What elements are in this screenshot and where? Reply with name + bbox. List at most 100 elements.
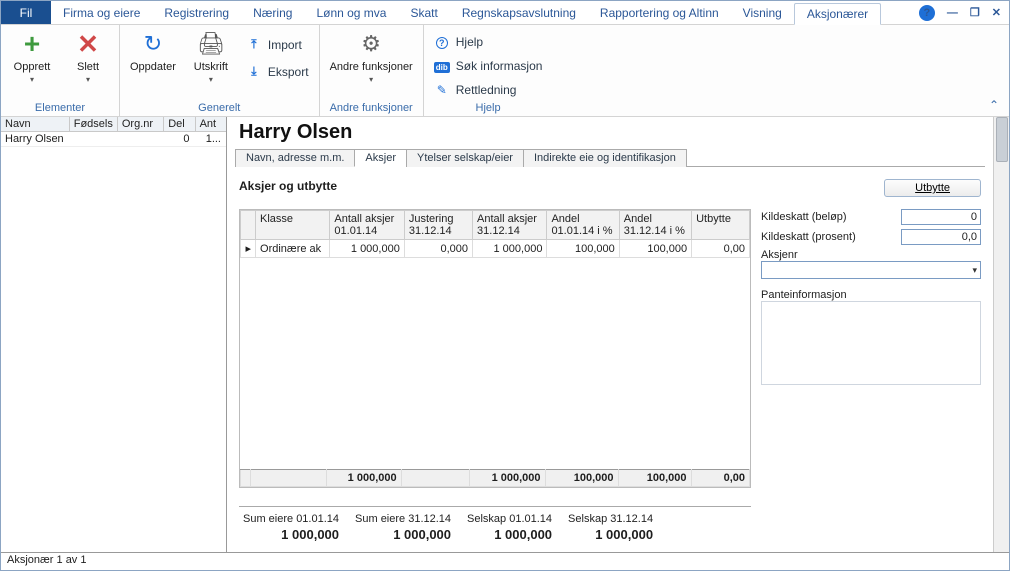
tab-ytelser[interactable]: Ytelser selskap/eier <box>406 149 524 167</box>
menu-skatt[interactable]: Skatt <box>398 1 449 24</box>
utskrift-button[interactable]: 🖨 Utskrift ▾ <box>190 29 232 84</box>
import-icon: ⤒ <box>246 37 262 52</box>
menu-rapportering-og-altinn[interactable]: Rapportering og Altinn <box>588 1 731 24</box>
panteinformasjon-label: Panteinformasjon <box>761 289 847 301</box>
chevron-down-icon: ▾ <box>209 75 213 84</box>
col-ant[interactable]: Ant <box>196 117 226 131</box>
opprett-button[interactable]: + Opprett ▾ <box>11 29 53 84</box>
aksjenr-select[interactable] <box>761 261 981 279</box>
kildeskatt-prosent-label: Kildeskatt (prosent) <box>761 231 895 243</box>
panteinformasjon-textarea[interactable] <box>761 301 981 385</box>
chevron-down-icon: ▾ <box>30 75 34 84</box>
col-navn[interactable]: Navn <box>1 117 70 131</box>
sok-informasjon-button[interactable]: dib Søk informasjon <box>434 57 543 75</box>
andre-funksjoner-label: Andre funksjoner <box>330 61 413 73</box>
cell-klasse: Ordinære ak <box>256 240 330 258</box>
menu-naering[interactable]: Næring <box>241 1 304 24</box>
aksjenr-label: Aksjenr <box>761 249 798 261</box>
close-button[interactable]: ✕ <box>992 6 1001 19</box>
plus-icon: + <box>24 28 40 60</box>
th-antall-start[interactable]: Antall aksjer 01.01.14 <box>330 211 404 240</box>
detail-tabs: Navn, adresse m.m. Aksjer Ytelser selska… <box>235 148 985 167</box>
th-klasse[interactable]: Klasse <box>256 211 330 240</box>
window-controls: ? — ❐ ✕ <box>919 1 1009 24</box>
menu-registrering[interactable]: Registrering <box>152 1 241 24</box>
file-tab[interactable]: Fil <box>1 1 51 24</box>
col-orgnr[interactable]: Org.nr <box>118 117 164 131</box>
table-footer: 1 000,000 1 000,000 100,000 100,000 0,00 <box>241 470 750 487</box>
print-icon: 🖨 <box>197 31 225 57</box>
status-bar: Aksjonær 1 av 1 <box>1 552 1009 570</box>
oppdater-button[interactable]: ↻ Oppdater <box>130 29 176 73</box>
sum-eiere-slutt: Sum eiere 31.12.14 1 000,000 <box>355 513 451 542</box>
restore-button[interactable]: ❐ <box>970 6 980 19</box>
foot-andel-start: 100,000 <box>545 470 618 487</box>
th-utbytte[interactable]: Utbytte <box>692 211 750 240</box>
cell-fodsels <box>70 132 117 146</box>
sum-eiere-start: Sum eiere 01.01.14 1 000,000 <box>243 513 339 542</box>
scrollbar-thumb[interactable] <box>996 117 1008 162</box>
slett-button[interactable]: ✕ Slett ▾ <box>67 29 109 84</box>
shareholder-row[interactable]: Harry Olsen 0 1... <box>1 132 226 147</box>
foot-utbytte: 0,00 <box>691 470 749 487</box>
chevron-down-icon: ▾ <box>369 75 373 84</box>
menu-lonn-og-mva[interactable]: Lønn og mva <box>304 1 398 24</box>
rettledning-button[interactable]: ✎ Rettledning <box>434 81 543 99</box>
col-del[interactable]: Del <box>164 117 195 131</box>
collapse-ribbon-icon[interactable]: ⌃ <box>989 98 999 112</box>
cell-utbytte: 0,00 <box>692 240 750 258</box>
chevron-down-icon: ▾ <box>86 75 90 84</box>
kildeskatt-prosent-input[interactable]: 0,0 <box>901 229 981 245</box>
menu-visning[interactable]: Visning <box>731 1 794 24</box>
oppdater-label: Oppdater <box>130 61 176 73</box>
summary-row: Sum eiere 01.01.14 1 000,000 Sum eiere 3… <box>239 506 751 548</box>
import-button[interactable]: ⤒ Import <box>246 35 309 54</box>
gear-icon: ⚙ <box>361 31 381 57</box>
rettledning-label: Rettledning <box>456 83 517 97</box>
utbytte-button[interactable]: Utbytte <box>884 179 981 197</box>
foot-antall-start: 1 000,000 <box>326 470 401 487</box>
export-icon: ⤓ <box>246 64 262 79</box>
menu-bar: Fil Firma og eiere Registrering Næring L… <box>1 1 1009 25</box>
help-icon[interactable]: ? <box>919 5 935 21</box>
side-panel: Kildeskatt (beløp) 0 Kildeskatt (prosent… <box>761 209 981 548</box>
minimize-button[interactable]: — <box>947 7 958 19</box>
page-title: Harry Olsen <box>235 117 985 148</box>
cell-ant: 1... <box>195 132 227 146</box>
cell-andel-slutt: 100,000 <box>619 240 691 258</box>
menu-firma-og-eiere[interactable]: Firma og eiere <box>51 1 152 24</box>
th-justering[interactable]: Justering 31.12.14 <box>404 211 472 240</box>
ribbon-group-label: Elementer <box>11 102 109 114</box>
cell-justering: 0,000 <box>404 240 472 258</box>
eksport-button[interactable]: ⤓ Eksport <box>246 62 309 81</box>
foot-andel-slutt: 100,000 <box>618 470 691 487</box>
th-antall-slutt[interactable]: Antall aksjer 31.12.14 <box>473 211 547 240</box>
menu-regnskapsavslutning[interactable]: Regnskapsavslutning <box>450 1 588 24</box>
andre-funksjoner-button[interactable]: ⚙ Andre funksjoner ▾ <box>330 29 413 84</box>
utskrift-label: Utskrift <box>194 61 228 73</box>
table-row[interactable]: ▸ Ordinære ak 1 000,000 0,000 1 000,000 … <box>241 240 750 258</box>
delete-icon: ✕ <box>77 29 99 60</box>
th-andel-slutt[interactable]: Andel 31.12.14 i % <box>619 211 691 240</box>
vertical-scrollbar[interactable] <box>993 117 1009 552</box>
sum-selskap-start: Selskap 01.01.14 1 000,000 <box>467 513 552 542</box>
ribbon-group-elementer: + Opprett ▾ ✕ Slett ▾ Elementer <box>1 25 120 116</box>
guidance-icon: ✎ <box>434 83 450 97</box>
tab-indirekte[interactable]: Indirekte eie og identifikasjon <box>523 149 687 167</box>
th-andel-start[interactable]: Andel 01.01.14 i % <box>547 211 619 240</box>
opprett-label: Opprett <box>14 61 51 73</box>
menu-aksjonaerer[interactable]: Aksjonærer <box>794 3 881 25</box>
dib-icon: dib <box>434 59 450 73</box>
ribbon-group-label: Generelt <box>130 102 309 114</box>
cell-andel-start: 100,000 <box>547 240 619 258</box>
ribbon-group-label: Hjelp <box>434 102 543 114</box>
kildeskatt-belop-input[interactable]: 0 <box>901 209 981 225</box>
tab-aksjer[interactable]: Aksjer <box>354 149 407 167</box>
cell-antall-start: 1 000,000 <box>330 240 404 258</box>
hjelp-button[interactable]: ? Hjelp <box>434 33 543 51</box>
col-fodsels[interactable]: Fødsels <box>70 117 118 131</box>
shares-table: Klasse Antall aksjer 01.01.14 Justering … <box>239 209 751 488</box>
cell-antall-slutt: 1 000,000 <box>473 240 547 258</box>
shareholder-list: Navn Fødsels Org.nr Del Ant Harry Olsen … <box>1 117 227 552</box>
tab-navn-adresse[interactable]: Navn, adresse m.m. <box>235 149 355 167</box>
